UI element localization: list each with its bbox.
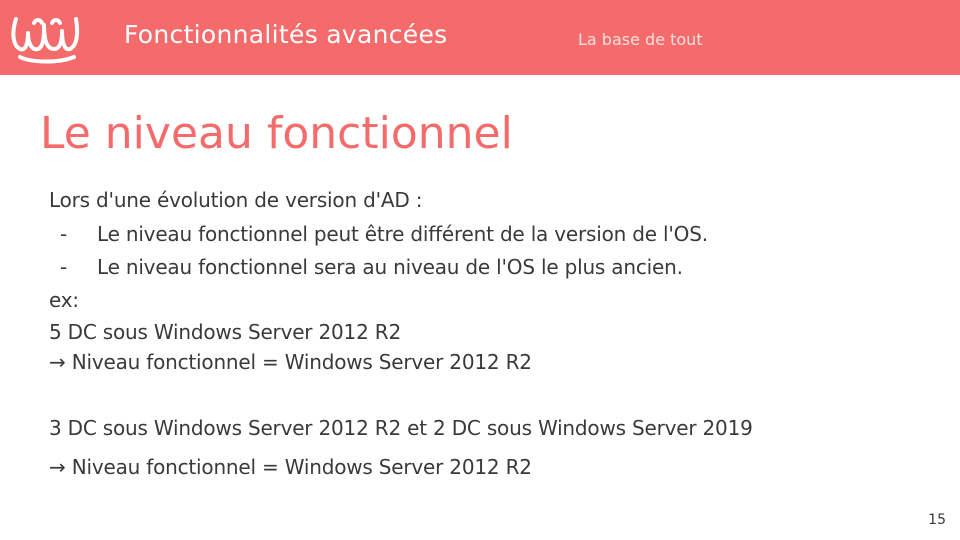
bullet-item-1: Le niveau fonctionnel peut être différen…: [97, 222, 708, 246]
section-subtitle: La base de tout: [578, 30, 703, 49]
wave-logo-icon: [11, 17, 80, 64]
example-1-setup: 5 DC sous Windows Server 2012 R2: [49, 320, 401, 344]
example-1-result: → Niveau fonctionnel = Windows Server 20…: [49, 350, 532, 374]
bullet-marker: -: [60, 222, 68, 246]
section-title: Fonctionnalités avancées: [124, 20, 448, 49]
bullet-item-2: Le niveau fonctionnel sera au niveau de …: [97, 255, 683, 279]
intro-text: Lors d'une évolution de version d'AD :: [49, 188, 423, 212]
slide-header: Fonctionnalités avancées La base de tout: [0, 0, 960, 75]
bullet-marker: -: [60, 255, 68, 279]
page-number: 15: [928, 512, 946, 528]
example-label: ex:: [49, 288, 79, 312]
slide-title: Le niveau fonctionnel: [40, 108, 513, 159]
example-2-result: → Niveau fonctionnel = Windows Server 20…: [49, 455, 532, 479]
example-2-setup: 3 DC sous Windows Server 2012 R2 et 2 DC…: [49, 416, 753, 440]
